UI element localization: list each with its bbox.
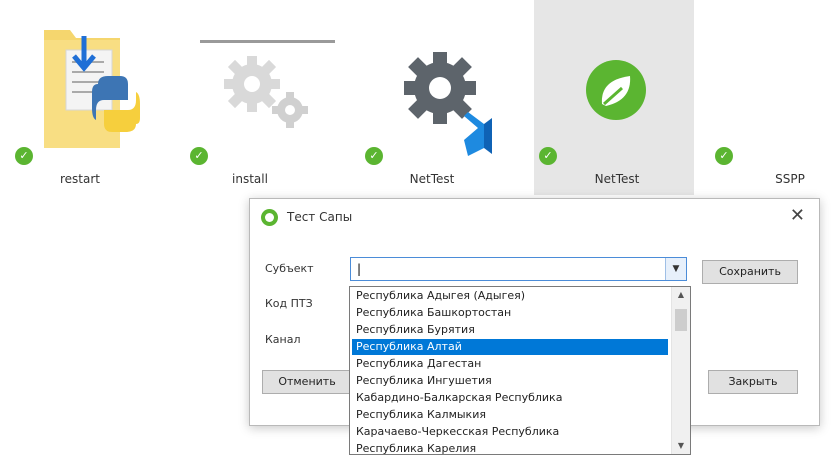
cancel-button[interactable]: Отменить [262,370,352,394]
desktop-icon-label: restart [59,172,100,186]
green-leaf-icon [586,60,646,120]
subject-input[interactable] [351,258,678,280]
list-item[interactable]: Республика Башкортостан [352,305,668,321]
list-item[interactable]: Республика Дагестан [352,356,668,372]
scroll-up-icon[interactable]: ▲ [672,288,690,302]
list-item[interactable]: Республика Адыгея (Адыгея) [352,288,668,304]
list-item[interactable]: Республика Карелия [352,441,668,454]
list-item[interactable]: Республика Ингушетия [352,373,668,389]
subject-label: Субъект [265,262,314,275]
status-ok-icon: ✓ [190,147,208,165]
scroll-down-icon[interactable]: ▼ [672,439,690,453]
status-ok-icon: ✓ [15,147,33,165]
gear-vscode-icon [404,52,492,156]
subject-combobox[interactable]: ▼ [350,257,687,281]
list-item[interactable]: Кабардино-Балкарская Республика [352,390,668,406]
list-item[interactable]: Республика Калмыкия [352,407,668,423]
list-item[interactable]: Карачаево-Черкесская Республика [352,424,668,440]
desktop-icon-nettest-selected[interactable]: ✓ NetTest [534,0,694,195]
desktop-icon-install[interactable]: ✓ install [180,0,340,195]
status-ok-icon: ✓ [715,147,733,165]
desktop-icon-sspp[interactable]: ✓ SSPP [710,0,838,195]
app-logo-icon [261,209,278,226]
status-ok-icon: ✓ [365,147,383,165]
desktop-icon-label: SSPP [775,172,805,186]
dropdown-scrollbar[interactable]: ▲ ▼ [671,287,690,454]
list-item-highlighted[interactable]: Республика Алтай [352,339,668,355]
list-item[interactable]: Республика Бурятия [352,322,668,338]
channel-label: Канал [265,333,301,346]
desktop-icon-label: install [232,172,268,186]
close-button[interactable]: Закрыть [708,370,798,394]
close-icon[interactable]: ✕ [790,205,805,226]
subject-dropdown-list[interactable]: Республика Адыгея (Адыгея) Республика Ба… [349,286,691,455]
scrollbar-thumb[interactable] [675,309,687,331]
desktop-icon-label: NetTest [409,172,455,186]
dialog-title: Тест Сапы [287,210,353,224]
chevron-down-icon[interactable]: ▼ [665,258,686,280]
desktop-icon-nettest[interactable]: ✓ NetTest [360,0,520,195]
desktop-icon-label: NetTest [594,172,640,186]
status-ok-icon: ✓ [539,147,557,165]
gears-icon [224,56,308,128]
ptz-code-label: Код ПТЗ [265,297,313,310]
desktop-icon-restart[interactable]: ✓ restart [0,0,160,195]
save-button[interactable]: Сохранить [702,260,798,284]
python-folder-icon [44,30,140,148]
